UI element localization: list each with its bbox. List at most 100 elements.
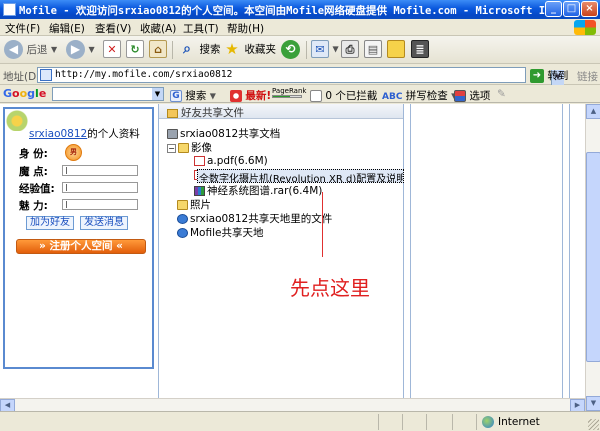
rar-archive-icon (194, 186, 205, 196)
pdf-file-icon (194, 156, 205, 166)
dropdown-arrow-icon[interactable]: ▼ (51, 45, 57, 54)
detail-panel (410, 104, 563, 411)
security-zone: Internet (482, 416, 540, 428)
address-url[interactable]: http://my.mofile.com/srxiao0812 (55, 69, 232, 80)
scroll-down-icon[interactable]: ▼ (586, 396, 600, 411)
options-button[interactable]: 选项 (454, 88, 490, 103)
search-icon: ⌕ (183, 41, 191, 57)
stop-button[interactable]: ✕ (103, 40, 121, 60)
charm-points-label: 魔 点: (19, 166, 48, 178)
dropdown-arrow-icon[interactable]: ▼ (89, 45, 95, 54)
tree-shared-world[interactable]: srxiao0812共享天地里的文件 (177, 211, 332, 226)
horizontal-scrollbar[interactable]: ◀ ▶ (0, 398, 585, 412)
pencil-icon[interactable]: ✎ (497, 88, 506, 100)
star-icon: ★ (225, 40, 239, 58)
tree-file-pdf-label: a.pdf(6.6M) (207, 155, 268, 167)
status-divider (476, 414, 477, 430)
send-message-button[interactable]: 发送消息 (80, 216, 128, 230)
favorites-button[interactable]: ★ 收藏夹 (223, 40, 276, 60)
add-friend-button[interactable]: 加为好友 (26, 216, 74, 230)
forward-arrow-icon: ▶ (66, 40, 85, 59)
file-tree-panel: 好友共享文件 srxiao0812共享文档 − 影像 a.pdf(6.6M) 全数… (158, 104, 404, 411)
home-button[interactable]: ⌂ (149, 40, 167, 60)
tree-root[interactable]: srxiao0812共享文档 (167, 126, 280, 141)
google-logo-letter: o (12, 87, 20, 100)
tree-file-pdf[interactable]: a.pdf(6.6M) (194, 155, 268, 167)
folder-icon (177, 200, 188, 210)
stop-icon: ✕ (103, 40, 121, 58)
print-button[interactable]: ⎙ (341, 40, 359, 60)
spellcheck-button[interactable]: ABC 拼写检查 ▼ (382, 88, 457, 103)
search-label: 搜索 (199, 43, 221, 56)
go-button[interactable]: ➜ 转到 (530, 68, 568, 83)
links-button[interactable]: 链接 (577, 69, 598, 84)
forward-button[interactable]: ▶ ▼ (66, 40, 95, 60)
tree-file-rar-label: 神经系统图谱.rar(6.4M) (207, 185, 323, 197)
dropdown-arrow-icon[interactable]: ▼ (333, 45, 339, 54)
profile-username-link[interactable]: srxiao0812 (29, 128, 87, 140)
pagerank-label: PageRank (272, 86, 307, 95)
dropdown-arrow-icon: ▼ (209, 91, 216, 101)
mail-button[interactable]: ✉ ▼ (311, 40, 339, 60)
search-button[interactable]: ⌕ 搜索 (178, 40, 221, 60)
menu-tools[interactable]: 工具(T) (183, 21, 219, 36)
collapse-icon[interactable]: − (167, 143, 176, 153)
minimize-button[interactable]: _ (545, 1, 562, 17)
home-icon: ⌂ (149, 40, 167, 58)
menu-favorites[interactable]: 收藏(A) (140, 21, 176, 36)
shared-link-icon (177, 228, 188, 238)
google-news-icon (230, 90, 242, 102)
standard-toolbar: ◀ 后退 ▼ ▶ ▼ ✕ ↻ ⌂ ⌕ 搜索 ★ 收藏夹 ⟲ ✉ ▼ ⎙ ▤ ≣ (0, 36, 600, 64)
annotation-hint-text: 先点这里 (290, 276, 370, 300)
title-bar: Mofile - 欢迎访问srxiao0812的个人空间。本空间由Mofile网… (0, 0, 600, 19)
history-icon: ⟲ (281, 40, 300, 59)
address-input[interactable]: http://my.mofile.com/srxiao0812 ▼ (37, 67, 564, 86)
refresh-icon: ↻ (126, 40, 144, 58)
tree-file-rar[interactable]: 神经系统图谱.rar(6.4M) (194, 183, 322, 198)
address-label: 地址(D) (3, 71, 41, 83)
google-latest-label: 最新! (245, 90, 272, 102)
google-dropdown-icon[interactable]: ▼ (152, 88, 163, 100)
menu-file[interactable]: 文件(F) (5, 21, 40, 36)
page-content: srxiao0812的个人资料 身 份: 男 魔 点: 经验值: 魅 力: 加为… (0, 104, 600, 412)
google-logo[interactable]: Google (3, 87, 46, 100)
charm-points-field (62, 165, 138, 176)
history-button[interactable]: ⟲ (281, 40, 300, 60)
pagerank-indicator[interactable]: PageRank (272, 86, 306, 98)
shared-drive-icon (167, 129, 178, 139)
google-latest-button[interactable]: 最新! (230, 88, 271, 103)
page-icon (40, 69, 52, 81)
tree-folder-photos[interactable]: 照片 (177, 197, 211, 212)
document-icon: ▤ (364, 40, 382, 58)
status-divider (452, 414, 453, 430)
vertical-scrollbar[interactable]: ▲ ▼ (585, 104, 600, 411)
scroll-up-icon[interactable]: ▲ (586, 104, 600, 119)
scroll-thumb[interactable] (586, 152, 600, 362)
menu-help[interactable]: 帮助(H) (227, 21, 264, 36)
status-divider (402, 414, 403, 430)
resize-grip-icon[interactable] (588, 419, 599, 430)
edit-button[interactable]: ▤ (364, 40, 382, 60)
tree-root-label: srxiao0812共享文档 (180, 128, 281, 140)
popup-blocker[interactable]: 0 个已拦截 (310, 88, 377, 103)
gender-badge: 男 (65, 144, 82, 161)
tree-mofile-world[interactable]: Mofile共享天地 (177, 225, 263, 240)
google-search-label: 搜索 (185, 90, 207, 102)
back-button[interactable]: ◀ 后退 ▼ (4, 40, 57, 60)
research-button[interactable]: ≣ (411, 40, 429, 60)
menu-view[interactable]: 查看(V) (95, 21, 131, 36)
register-space-button[interactable]: » 注册个人空间 « (16, 239, 146, 254)
tree-file-selected[interactable]: 全数字化摄片机(Revolution XR d)配置及说明 (197, 169, 404, 183)
spellcheck-label: 拼写检查 (405, 90, 448, 102)
menu-edit[interactable]: 编辑(E) (49, 21, 85, 36)
google-search-button[interactable]: G 搜索 ▼ (170, 88, 216, 103)
tree-folder-video[interactable]: − 影像 (167, 140, 212, 155)
refresh-button[interactable]: ↻ (126, 40, 144, 60)
maximize-button[interactable]: □ (563, 1, 580, 17)
folder-open-icon (178, 143, 189, 153)
globe-icon (482, 416, 494, 428)
google-search-input[interactable]: ▼ (52, 87, 164, 101)
close-button[interactable]: × (581, 1, 598, 17)
messenger-button[interactable] (387, 40, 405, 60)
identity-label: 身 份: (19, 148, 48, 160)
